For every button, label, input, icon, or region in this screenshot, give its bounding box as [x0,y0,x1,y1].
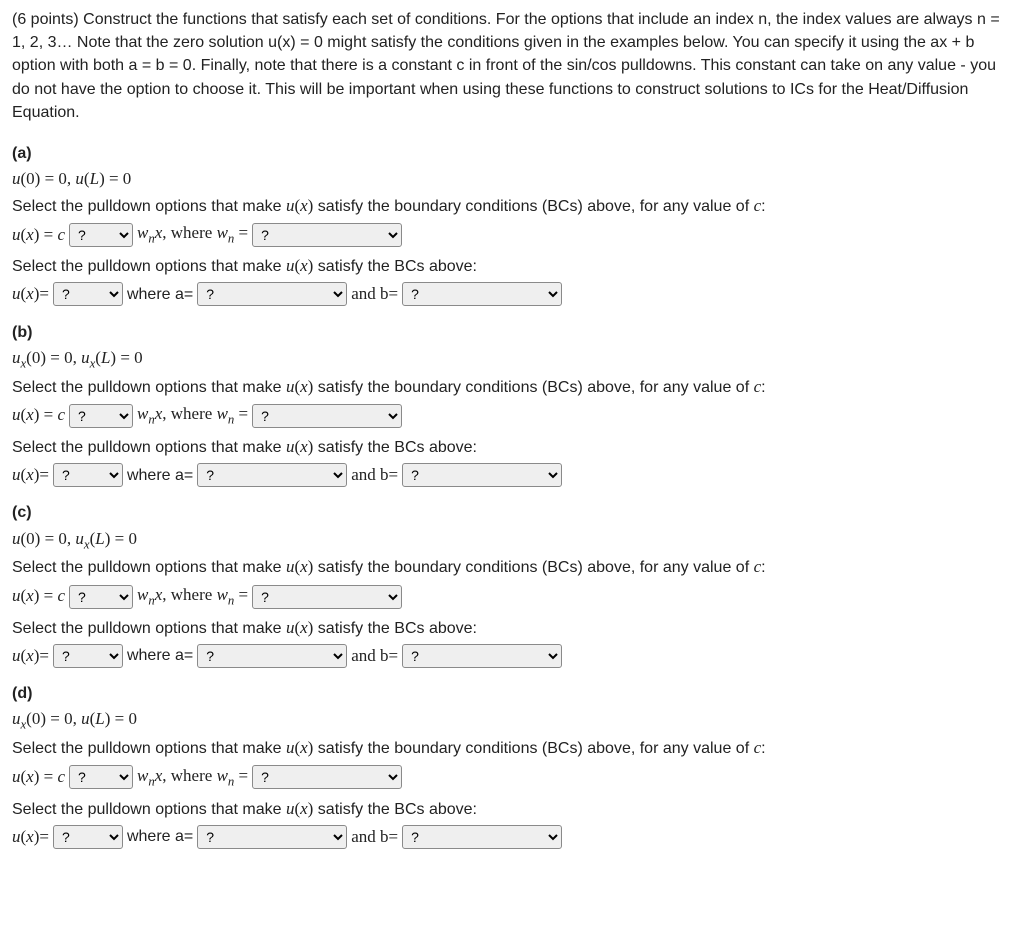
ux-equals: u(x)= [12,825,49,850]
part-d-func-select[interactable]: ? [69,765,133,789]
part-a-prompt1: Select the pulldown options that make u(… [12,194,1012,219]
and-b-label: and b= [351,644,398,669]
part-b-label: (b) [12,321,1012,344]
part-d-prompt1: Select the pulldown options that make u(… [12,736,1012,761]
and-b-label: and b= [351,825,398,850]
ux-equals: u(x)= [12,463,49,488]
wnx-label: wnx, where wn = [137,583,248,610]
part-b: (b) ux(0) = 0, ux(L) = 0 Select the pull… [12,321,1012,488]
part-b-row1: u(x) = c ? wnx, where wn = ? [12,402,1012,429]
part-c-wn-select[interactable]: ? [252,585,402,609]
part-d-b-select[interactable]: ? [402,825,562,849]
part-b-prompt2: Select the pulldown options that make u(… [12,435,1012,460]
part-b-axb-select[interactable]: ? [53,463,123,487]
part-d-row2: u(x)= ? where a= ? and b= ? [12,825,1012,850]
wnx-label: wnx, where wn = [137,221,248,248]
part-d-label: (d) [12,682,1012,705]
part-d-prompt2: Select the pulldown options that make u(… [12,797,1012,822]
part-b-row2: u(x)= ? where a= ? and b= ? [12,463,1012,488]
part-c: (c) u(0) = 0, ux(L) = 0 Select the pulld… [12,501,1012,668]
part-d-a-select[interactable]: ? [197,825,347,849]
part-c-func-select[interactable]: ? [69,585,133,609]
part-c-b-select[interactable]: ? [402,644,562,668]
ux-equals: u(x)= [12,282,49,307]
part-b-b-select[interactable]: ? [402,463,562,487]
and-b-label: and b= [351,282,398,307]
where-a-label: where a= [127,464,193,487]
part-c-row1: u(x) = c ? wnx, where wn = ? [12,583,1012,610]
part-c-prompt1: Select the pulldown options that make u(… [12,555,1012,580]
part-b-a-select[interactable]: ? [197,463,347,487]
ux-equals-c: u(x) = c [12,584,65,609]
part-b-wn-select[interactable]: ? [252,404,402,428]
part-c-prompt2: Select the pulldown options that make u(… [12,616,1012,641]
part-d-axb-select[interactable]: ? [53,825,123,849]
part-b-func-select[interactable]: ? [69,404,133,428]
part-a-label: (a) [12,142,1012,165]
where-a-label: where a= [127,283,193,306]
part-a-b-select[interactable]: ? [402,282,562,306]
part-d-bc: ux(0) = 0, u(L) = 0 [12,707,1012,734]
part-a-wn-select[interactable]: ? [252,223,402,247]
part-d-wn-select[interactable]: ? [252,765,402,789]
part-a-row1: u(x) = c ? wnx, where wn = ? [12,221,1012,248]
part-c-row2: u(x)= ? where a= ? and b= ? [12,644,1012,669]
wnx-label: wnx, where wn = [137,402,248,429]
part-c-a-select[interactable]: ? [197,644,347,668]
problem-intro: (6 points) Construct the functions that … [12,8,1012,124]
part-a-bc: u(0) = 0, u(L) = 0 [12,167,1012,192]
where-a-label: where a= [127,825,193,848]
part-b-prompt1: Select the pulldown options that make u(… [12,375,1012,400]
ux-equals: u(x)= [12,644,49,669]
part-c-axb-select[interactable]: ? [53,644,123,668]
where-a-label: where a= [127,644,193,667]
part-a-prompt2: Select the pulldown options that make u(… [12,254,1012,279]
part-b-bc: ux(0) = 0, ux(L) = 0 [12,346,1012,373]
ux-equals-c: u(x) = c [12,765,65,790]
ux-equals-c: u(x) = c [12,403,65,428]
part-c-bc: u(0) = 0, ux(L) = 0 [12,527,1012,554]
and-b-label: and b= [351,463,398,488]
part-a-row2: u(x)= ? where a= ? and b= ? [12,282,1012,307]
part-a-a-select[interactable]: ? [197,282,347,306]
wnx-label: wnx, where wn = [137,764,248,791]
part-a: (a) u(0) = 0, u(L) = 0 Select the pulldo… [12,142,1012,307]
ux-equals-c: u(x) = c [12,223,65,248]
part-a-func-select[interactable]: ? [69,223,133,247]
part-a-axb-select[interactable]: ? [53,282,123,306]
part-d: (d) ux(0) = 0, u(L) = 0 Select the pulld… [12,682,1012,849]
part-d-row1: u(x) = c ? wnx, where wn = ? [12,764,1012,791]
part-c-label: (c) [12,501,1012,524]
